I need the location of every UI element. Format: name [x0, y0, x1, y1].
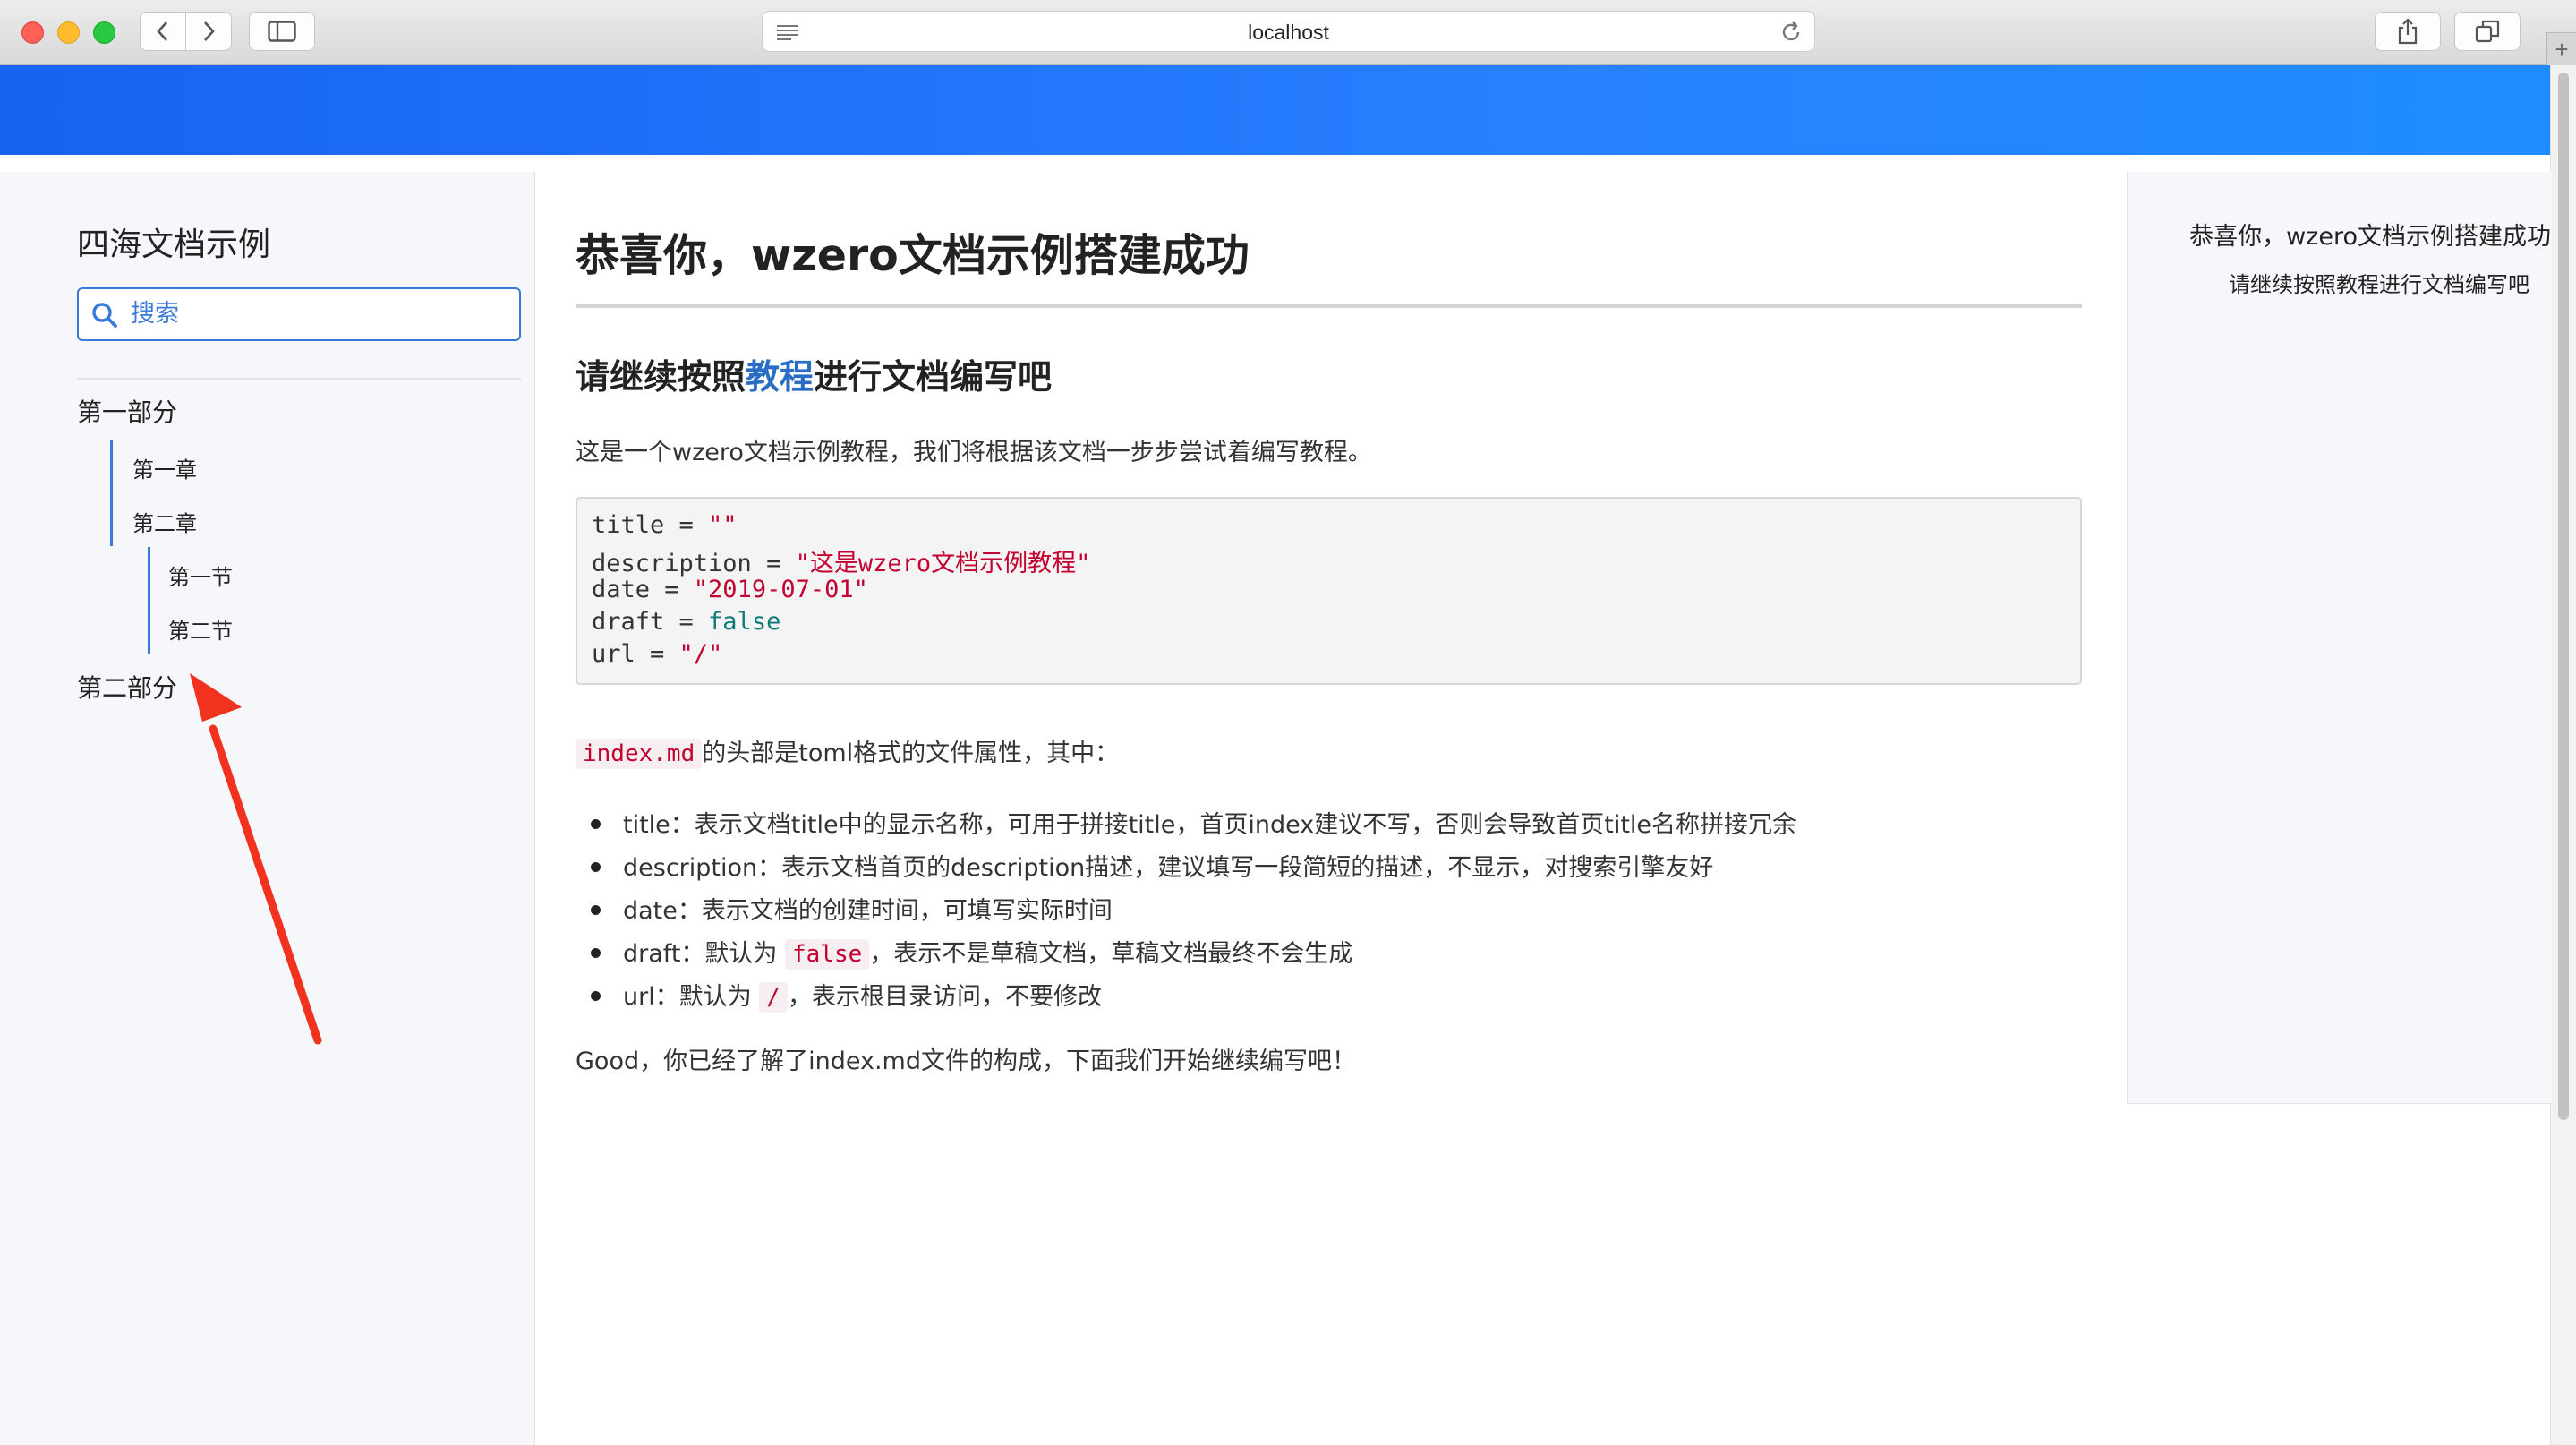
code-string: "" — [708, 511, 738, 539]
page-title: 恭喜你，wzero文档示例搭建成功 — [576, 230, 1250, 281]
share-button[interactable] — [2375, 12, 2441, 51]
tutorial-link[interactable]: 教程 — [746, 357, 814, 397]
toc-item-subheading[interactable]: 请继续按照教程进行文档编写吧 — [2229, 267, 2529, 298]
list-item-text: url：默认为 — [623, 983, 760, 1011]
heading-text-after: 进行文档编写吧 — [814, 357, 1053, 397]
sidebar-item-chapter-2[interactable]: 第二章 — [132, 506, 197, 537]
sidebar-toggle-icon — [268, 21, 296, 42]
list-item: draft：默认为 false ，表示不是草稿文档，草稿文档最终不会生成 — [576, 934, 1353, 970]
url-text: localhost — [1248, 21, 1329, 44]
sidebar-item-section-2[interactable]: 第二节 — [168, 613, 233, 645]
list-item-text: ，表示不是草稿文档，草稿文档最终不会生成 — [869, 940, 1353, 968]
search-placeholder: 搜索 — [131, 300, 179, 328]
sidebar-item-part-2[interactable]: 第二部分 — [77, 669, 177, 705]
inline-code-false: false — [784, 939, 870, 970]
search-input[interactable]: 搜索 — [77, 287, 521, 341]
code-line: title = "" — [592, 511, 738, 539]
intro-paragraph: 这是一个wzero文档示例教程，我们将根据该文档一步步尝试着编写教程。 — [576, 439, 1372, 466]
site-brand[interactable]: 四海文档示例 — [77, 218, 270, 265]
tabs-icon — [2475, 20, 2500, 43]
bullet-dot — [591, 818, 601, 829]
back-icon — [157, 21, 167, 41]
code-line: url = "/" — [592, 640, 722, 668]
code-string: "这是wzero文档示例教程" — [795, 550, 1091, 577]
bullet-dot — [591, 861, 601, 872]
bullet-dot — [591, 990, 601, 1001]
sidebar-item-section-1[interactable]: 第一节 — [168, 560, 233, 591]
toc-panel — [2127, 172, 2552, 1104]
list-item: date：表示文档的创建时间，可填写实际时间 — [576, 891, 1113, 926]
attributes-paragraph: index.md 的头部是toml格式的文件属性，其中： — [576, 733, 1120, 769]
attributes-text: 的头部是toml格式的文件属性，其中： — [702, 740, 1120, 767]
sidebar-tree-line — [110, 440, 113, 546]
sidebar-item-part-1[interactable]: 第一部分 — [77, 393, 177, 429]
code-key: date = — [592, 576, 694, 603]
list-item-text: ，表示根目录访问，不要修改 — [787, 983, 1102, 1011]
closing-paragraph: Good，你已经了解了index.md文件的构成，下面我们开始继续编写吧！ — [576, 1047, 1356, 1075]
code-key: description = — [592, 550, 796, 577]
forward-icon — [204, 21, 215, 41]
bullet-dot — [591, 904, 601, 915]
bullet-dot — [591, 947, 601, 958]
close-window-button[interactable] — [21, 21, 44, 44]
sidebar-toggle-button[interactable] — [249, 12, 315, 51]
sidebar-tree-line-nested — [148, 547, 150, 654]
list-item-text: title：表示文档title中的显示名称，可用于拼接title，首页index… — [623, 811, 1797, 839]
list-item-text: draft：默认为 — [623, 940, 785, 968]
code-key: url = — [592, 640, 679, 668]
code-string: "/" — [678, 640, 723, 668]
inline-code-index-md: index.md — [576, 739, 703, 769]
header-banner — [0, 65, 2551, 155]
address-bar[interactable]: localhost — [762, 11, 1815, 52]
back-button[interactable] — [140, 12, 186, 51]
browser-titlebar: localhost + — [0, 0, 2576, 65]
list-item: title：表示文档title中的显示名称，可用于拼接title，首页index… — [576, 805, 1796, 840]
scrollbar-thumb[interactable] — [2558, 73, 2569, 1120]
code-line: date = "2019-07-01" — [592, 576, 868, 603]
new-tab-button[interactable]: + — [2546, 32, 2576, 65]
code-key: draft = — [592, 608, 709, 636]
code-string: "2019-07-01" — [693, 576, 868, 603]
section-heading: 请继续按照教程进行文档编写吧 — [576, 349, 1052, 398]
reload-icon[interactable] — [1780, 21, 1802, 43]
sidebar-item-chapter-1[interactable]: 第一章 — [132, 452, 197, 483]
code-block: title = "" description = "这是wzero文档示例教程"… — [576, 497, 2082, 685]
code-key: title = — [592, 511, 709, 539]
inline-code-slash: / — [759, 982, 788, 1013]
list-item: url：默认为 / ，表示根目录访问，不要修改 — [576, 977, 1102, 1013]
share-icon — [2398, 18, 2418, 45]
list-item: description：表示文档首页的description描述，建议填写一段简… — [576, 848, 1713, 883]
heading-text-before: 请继续按照 — [576, 357, 746, 397]
code-line: description = "这是wzero文档示例教程" — [592, 543, 1090, 578]
tabs-overview-button[interactable] — [2454, 12, 2521, 51]
zoom-window-button[interactable] — [93, 21, 115, 44]
page-scrollbar[interactable] — [2550, 65, 2576, 1445]
search-icon — [92, 303, 117, 328]
code-boolean: false — [708, 608, 781, 636]
toc-item-title[interactable]: 恭喜你，wzero文档示例搭建成功 — [2189, 217, 2551, 252]
list-item-text: date：表示文档的创建时间，可填写实际时间 — [623, 897, 1113, 925]
left-sidebar — [0, 172, 535, 1445]
list-item-text: description：表示文档首页的description描述，建议填写一段简… — [623, 854, 1714, 882]
title-divider — [576, 304, 2082, 308]
sidebar-divider — [77, 378, 521, 380]
minimize-window-button[interactable] — [57, 21, 80, 44]
code-line: draft = false — [592, 608, 780, 636]
forward-button[interactable] — [185, 12, 232, 51]
